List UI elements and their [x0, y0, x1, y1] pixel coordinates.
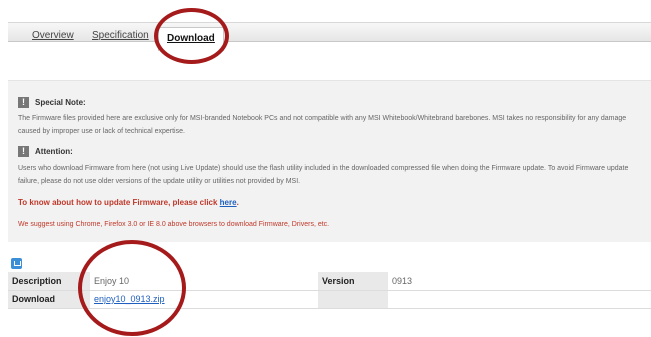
- table-row: Description Enjoy 10 Version 0913: [8, 272, 651, 291]
- attention-heading: ! Attention:: [18, 146, 73, 157]
- special-note-heading: ! Special Note:: [18, 97, 86, 108]
- table-row: Download enjoy10_0913.zip: [8, 290, 651, 309]
- tab-specification[interactable]: Specification: [92, 30, 149, 41]
- firmware-howto-suffix: .: [236, 198, 239, 207]
- download-table: Description Enjoy 10 Version 0913 Downlo…: [8, 272, 651, 309]
- special-note-text: The Firmware files provided here are exc…: [18, 115, 627, 135]
- firmware-note-panel: ! Special Note: The Firmware files provi…: [8, 80, 651, 242]
- firmware-download-link[interactable]: enjoy10_0913.zip: [94, 294, 165, 304]
- attention-text: Users who download Firmware from here (n…: [18, 165, 629, 185]
- tab-bar: Overview Specification Download: [8, 22, 651, 51]
- tab-download-label: Download: [167, 33, 215, 44]
- version-label: Version: [318, 272, 388, 291]
- empty-label-cell: [318, 290, 388, 309]
- special-note-title: Special Note:: [35, 98, 86, 107]
- firmware-howto-link[interactable]: here: [220, 198, 237, 207]
- download-icon: [11, 258, 22, 269]
- exclamation-icon: !: [18, 97, 29, 108]
- empty-value-cell: [388, 290, 651, 309]
- download-label: Download: [8, 290, 90, 309]
- version-value: 0913: [388, 272, 651, 291]
- description-value: Enjoy 10: [90, 272, 318, 291]
- tab-overview[interactable]: Overview: [32, 30, 74, 41]
- browser-suggestion: We suggest using Chrome, Firefox 3.0 or …: [18, 221, 330, 228]
- attention-title: Attention:: [35, 147, 73, 156]
- firmware-howto: To know about how to update Firmware, pl…: [18, 198, 239, 207]
- download-cell: enjoy10_0913.zip: [90, 290, 318, 309]
- exclamation-icon: !: [18, 146, 29, 157]
- description-label: Description: [8, 272, 90, 291]
- firmware-howto-text: To know about how to update Firmware, pl…: [18, 198, 220, 207]
- tab-download[interactable]: Download: [158, 27, 224, 51]
